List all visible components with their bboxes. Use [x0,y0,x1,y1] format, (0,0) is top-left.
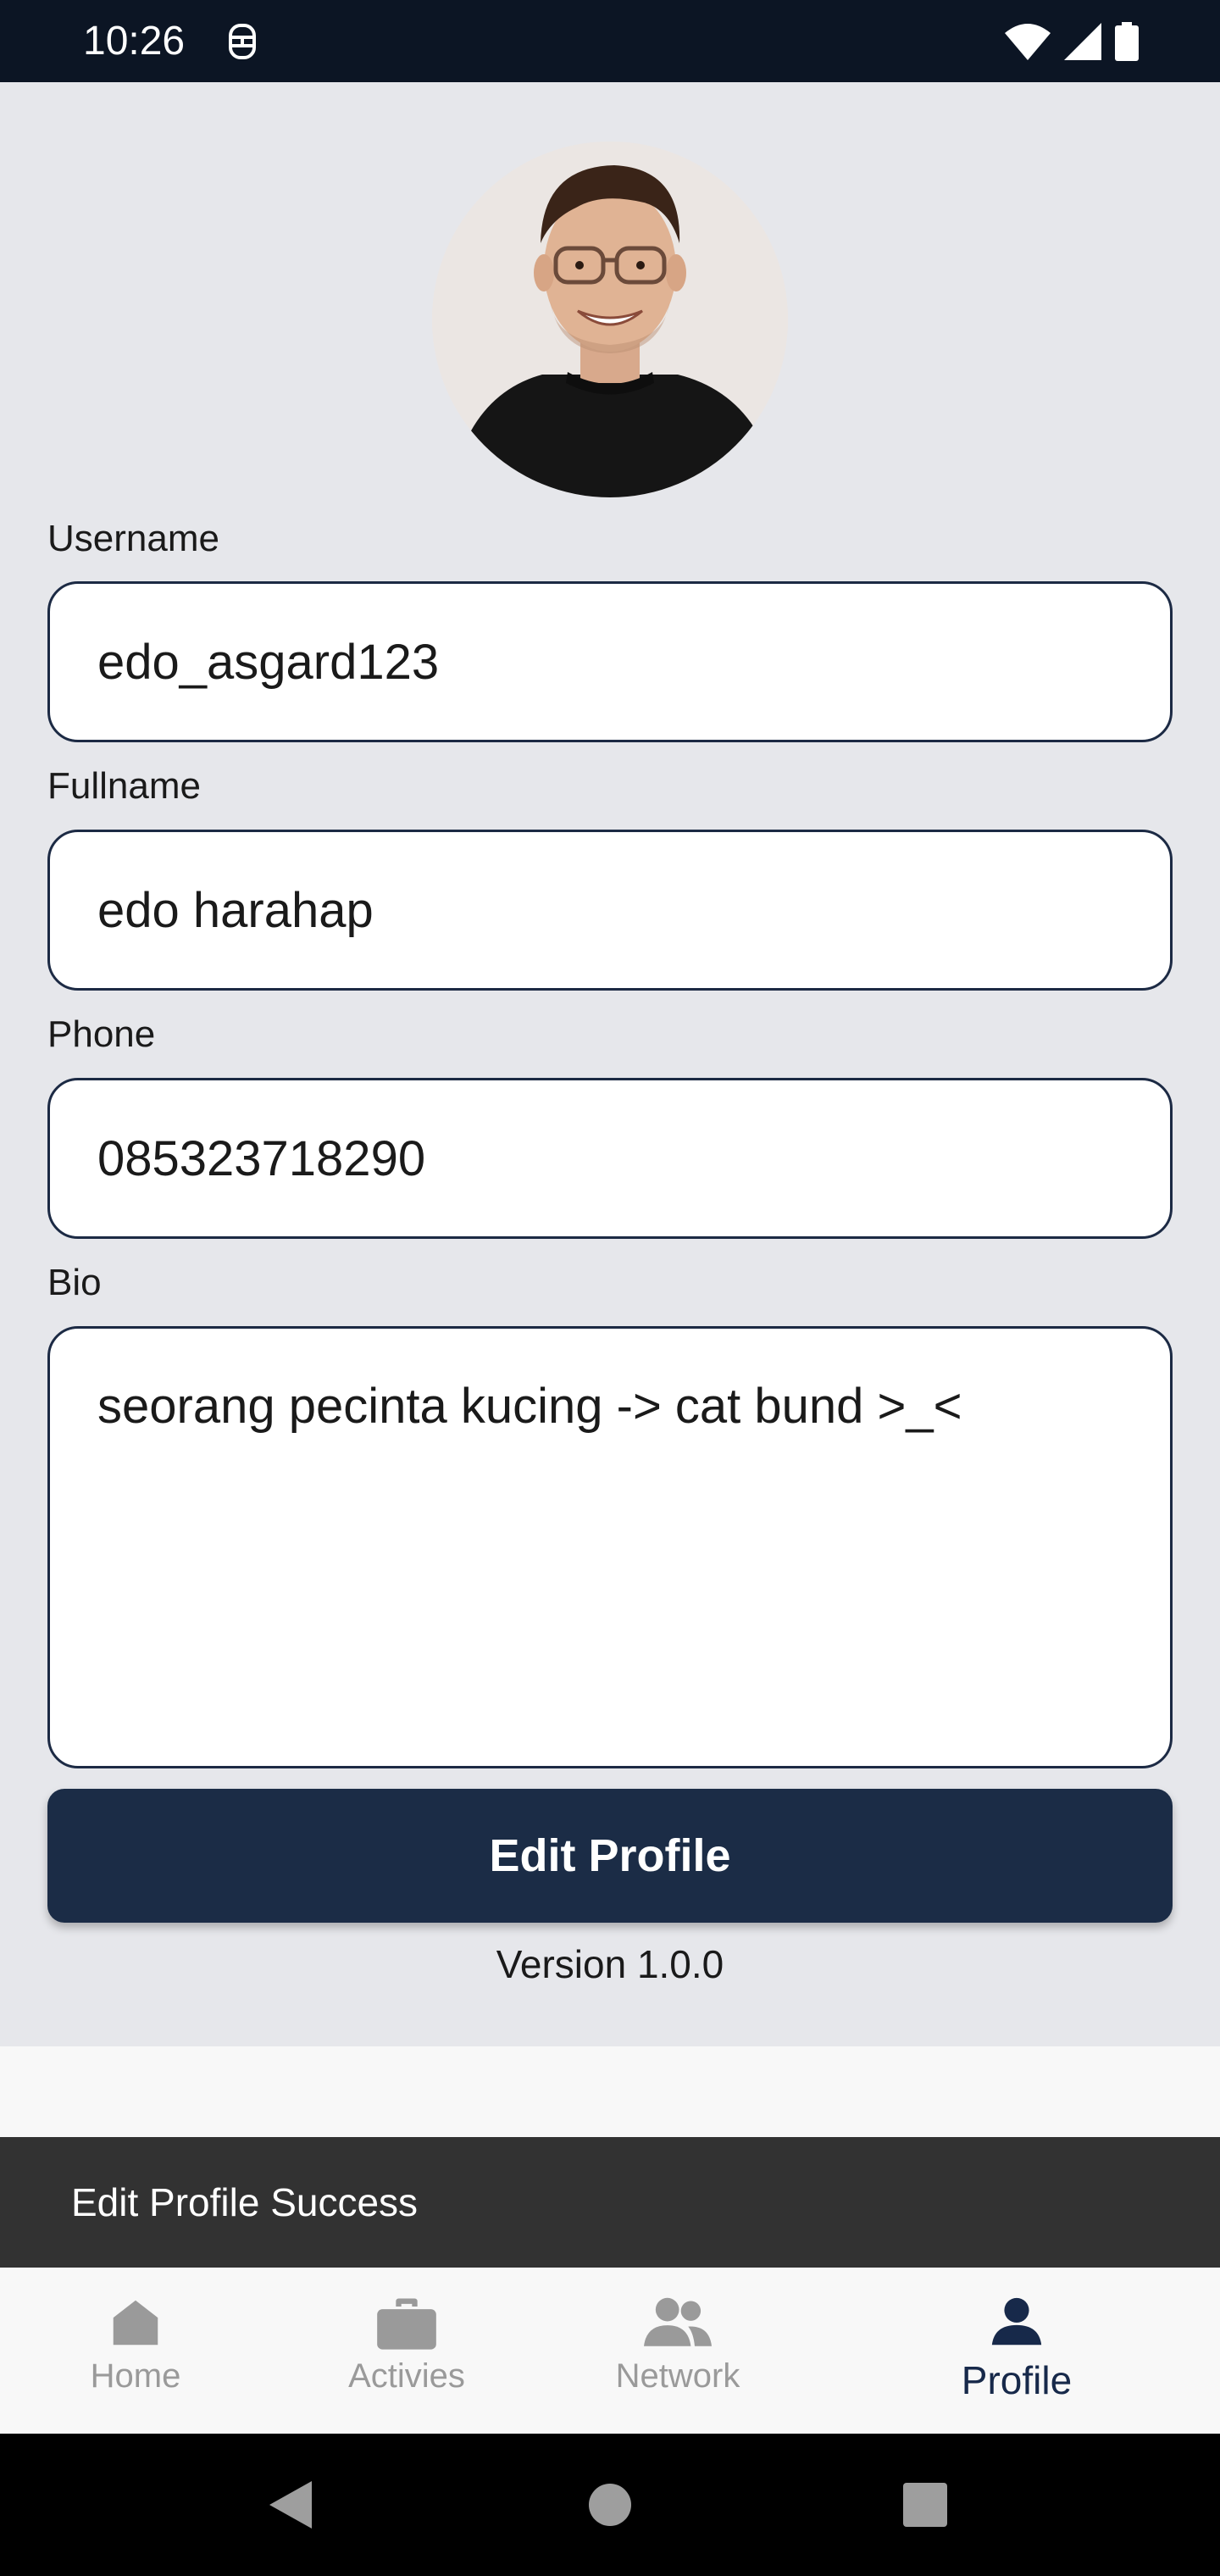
battery-icon [1115,22,1139,61]
version-text: Version 1.0.0 [496,1942,724,1986]
fullname-label: Fullname [47,765,201,807]
bottom-nav: Home Activies Network Profile [0,2268,1220,2434]
nav-label-profile: Profile [961,2358,1073,2402]
edit-profile-button[interactable]: Edit Profile [47,1789,1173,1923]
recents-icon[interactable] [874,2434,976,2576]
back-icon[interactable] [239,2434,341,2576]
phone-field[interactable]: 085323718290 [47,1078,1173,1239]
snackbar-message: Edit Profile Success [71,2180,419,2224]
wifi-icon [1005,23,1051,60]
profile-photo[interactable] [432,142,788,497]
nav-item-profile[interactable]: Profile [813,2268,1220,2434]
home-icon [106,2293,165,2352]
system-nav-bar [0,2434,1220,2576]
nav-label-home: Home [90,2357,181,2395]
nav-label-network: Network [615,2357,740,2395]
status-icons [1005,20,1139,63]
briefcase-icon [374,2293,439,2352]
nav-item-activies[interactable]: Activies [271,2268,542,2434]
nav-item-profile-inner: Profile [813,2293,1220,2434]
bio-label: Bio [47,1262,102,1303]
people-icon [644,2293,712,2352]
profile-screen: Username edo_asgard123 Fullname edo hara… [0,82,1220,2046]
username-label: Username [47,518,219,559]
content-spacer [0,2046,1220,2137]
status-time: 10:26 [83,19,186,64]
person-icon [987,2293,1046,2352]
fullname-field[interactable]: edo harahap [47,830,1173,991]
nav-item-network[interactable]: Network [542,2268,813,2434]
signal-icon [1064,23,1101,60]
bio-field[interactable]: seorang pecinta kucing -> cat bund >_< [47,1326,1173,1768]
app-root: 10:26 Username edo_asgard123 Fullname ed… [0,0,1220,2576]
nav-label-activies: Activies [348,2357,465,2395]
nav-item-home[interactable]: Home [0,2268,271,2434]
accessibility-icon [222,20,263,63]
home-circle-icon[interactable] [559,2434,661,2576]
status-bar: 10:26 [0,0,1220,82]
snackbar: Edit Profile Success [0,2137,1220,2268]
username-field[interactable]: edo_asgard123 [47,581,1173,742]
phone-label: Phone [47,1013,156,1055]
